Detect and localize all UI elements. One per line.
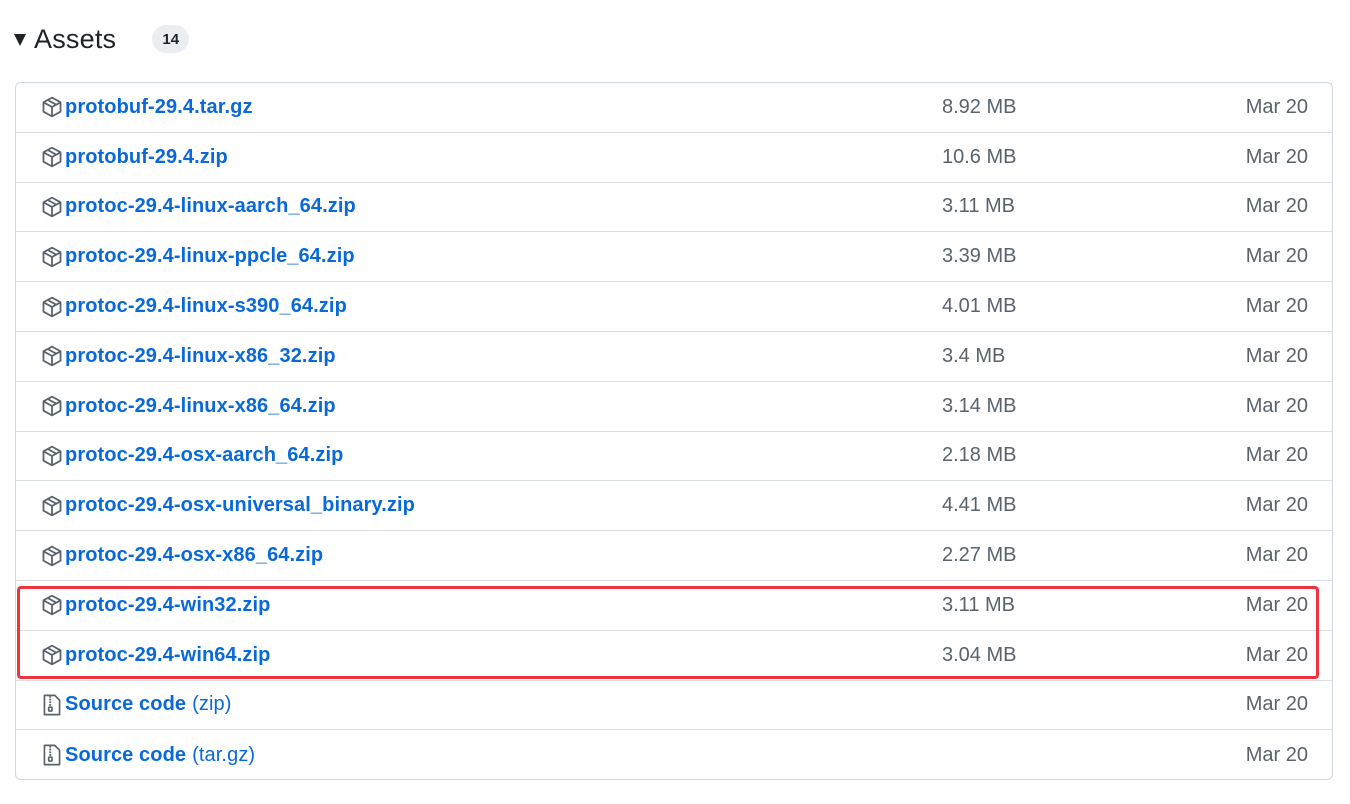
asset-date: Mar 20 — [1245, 444, 1308, 467]
asset-link[interactable]: protoc-29.4-linux-x86_32.zip — [65, 345, 336, 368]
asset-link[interactable]: protoc-29.4-linux-ppcle_64.zip — [65, 245, 355, 268]
asset-size: 10.6 MB — [942, 145, 1017, 168]
source-code-targz-link[interactable]: Source code (tar.gz) — [65, 744, 255, 767]
asset-row: protoc-29.4-win32.zip 3.11 MB Mar 20 — [16, 581, 1332, 631]
asset-link[interactable]: protoc-29.4-osx-x86_64.zip — [65, 544, 323, 567]
file-zip-icon — [40, 743, 64, 767]
asset-link[interactable]: protoc-29.4-linux-x86_64.zip — [65, 395, 336, 418]
package-icon — [40, 593, 64, 617]
asset-row: protoc-29.4-linux-x86_64.zip 3.14 MB Mar… — [16, 382, 1332, 432]
asset-size: 8.92 MB — [942, 95, 1017, 118]
source-code-label: Source code — [65, 693, 187, 716]
package-icon — [40, 643, 64, 667]
asset-date: Mar 20 — [1245, 593, 1308, 616]
source-row: Source code (tar.gz) Mar 20 — [16, 730, 1332, 779]
package-icon — [40, 195, 64, 219]
package-icon — [40, 544, 64, 568]
assets-header[interactable]: Assets 14 — [14, 18, 190, 60]
asset-row: protoc-29.4-linux-aarch_64.zip 3.11 MB M… — [16, 183, 1332, 233]
asset-row: protoc-29.4-linux-x86_32.zip 3.4 MB Mar … — [16, 332, 1332, 382]
asset-row: protoc-29.4-osx-aarch_64.zip 2.18 MB Mar… — [16, 432, 1332, 482]
source-code-label: Source code — [65, 743, 187, 766]
asset-size: 2.27 MB — [942, 544, 1017, 567]
asset-date: Mar 20 — [1245, 344, 1308, 367]
asset-link[interactable]: protobuf-29.4.tar.gz — [65, 96, 253, 119]
asset-row: protoc-29.4-osx-x86_64.zip 2.27 MB Mar 2… — [16, 531, 1332, 581]
package-icon — [40, 95, 64, 119]
assets-count-badge: 14 — [152, 25, 190, 53]
asset-date: Mar 20 — [1245, 693, 1308, 716]
asset-date: Mar 20 — [1245, 295, 1308, 318]
source-code-zip-link[interactable]: Source code (zip) — [65, 693, 232, 716]
asset-size: 4.41 MB — [942, 494, 1017, 517]
asset-date: Mar 20 — [1245, 95, 1308, 118]
asset-row: protobuf-29.4.zip 10.6 MB Mar 20 — [16, 133, 1332, 183]
asset-row: protoc-29.4-osx-universal_binary.zip 4.4… — [16, 481, 1332, 532]
asset-date: Mar 20 — [1245, 544, 1308, 567]
asset-date: Mar 20 — [1245, 394, 1308, 417]
asset-link[interactable]: protobuf-29.4.zip — [65, 146, 228, 169]
package-icon — [40, 245, 64, 269]
asset-link[interactable]: protoc-29.4-linux-aarch_64.zip — [65, 195, 356, 218]
package-icon — [40, 444, 64, 468]
asset-size: 3.04 MB — [942, 643, 1017, 666]
package-icon — [40, 295, 64, 319]
source-row: Source code (zip) Mar 20 — [16, 681, 1332, 731]
asset-row: protoc-29.4-linux-ppcle_64.zip 3.39 MB M… — [16, 232, 1332, 283]
asset-link[interactable]: protoc-29.4-linux-s390_64.zip — [65, 295, 347, 318]
asset-size: 3.39 MB — [942, 245, 1017, 268]
asset-date: Mar 20 — [1245, 195, 1308, 218]
asset-date: Mar 20 — [1245, 245, 1308, 268]
asset-size: 3.4 MB — [942, 344, 1006, 367]
source-code-suffix: (tar.gz) — [192, 743, 256, 766]
asset-size: 3.11 MB — [942, 593, 1015, 616]
package-icon — [40, 494, 64, 518]
asset-date: Mar 20 — [1245, 145, 1308, 168]
asset-link[interactable]: protoc-29.4-osx-universal_binary.zip — [65, 494, 415, 517]
asset-row: protobuf-29.4.tar.gz 8.92 MB Mar 20 — [16, 83, 1332, 133]
triangle-down-icon[interactable] — [14, 34, 26, 46]
file-zip-icon — [40, 693, 64, 717]
source-code-suffix: (zip) — [192, 693, 232, 716]
asset-link[interactable]: protoc-29.4-win64.zip — [65, 644, 270, 667]
asset-row: protoc-29.4-linux-s390_64.zip 4.01 MB Ma… — [16, 282, 1332, 332]
asset-date: Mar 20 — [1245, 643, 1308, 666]
asset-size: 3.14 MB — [942, 394, 1017, 417]
package-icon — [40, 344, 64, 368]
asset-date: Mar 20 — [1245, 743, 1308, 766]
asset-link[interactable]: protoc-29.4-win32.zip — [65, 594, 270, 617]
asset-size: 4.01 MB — [942, 295, 1017, 318]
asset-size: 3.11 MB — [942, 195, 1015, 218]
asset-date: Mar 20 — [1245, 494, 1308, 517]
package-icon — [40, 394, 64, 418]
asset-link[interactable]: protoc-29.4-osx-aarch_64.zip — [65, 444, 343, 467]
package-icon — [40, 145, 64, 169]
asset-row: protoc-29.4-win64.zip 3.04 MB Mar 20 — [16, 631, 1332, 681]
assets-title: Assets — [34, 23, 117, 54]
assets-list: protobuf-29.4.tar.gz 8.92 MB Mar 20 prot… — [15, 82, 1333, 780]
asset-size: 2.18 MB — [942, 444, 1017, 467]
